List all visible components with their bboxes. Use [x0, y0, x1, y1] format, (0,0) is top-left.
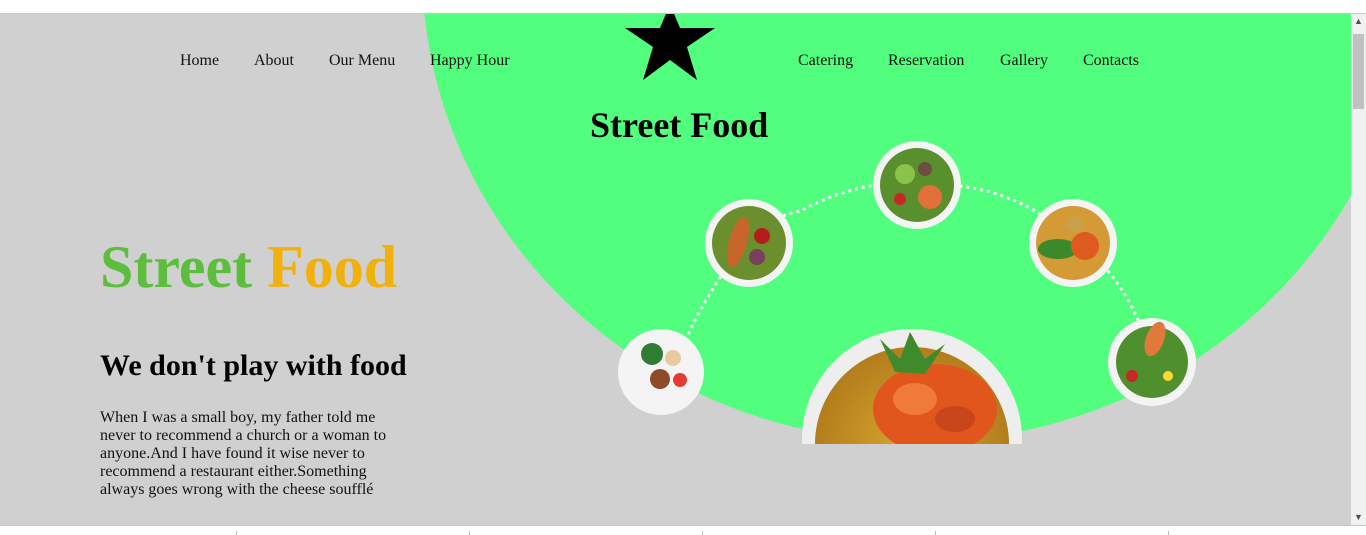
browser-top-bar [0, 0, 1366, 14]
brand-word-street: Street [100, 234, 253, 300]
scrollbar-thumb[interactable] [1353, 34, 1364, 109]
dish-skewer-salad[interactable] [705, 199, 793, 287]
intro-paragraph: When I was a small boy, my father told m… [100, 409, 387, 498]
dish-veggie-plate[interactable] [618, 329, 704, 415]
dish-asparagus-salmon[interactable] [1108, 318, 1196, 406]
dish-salmon-salad[interactable] [873, 141, 961, 229]
brand-word-food: Food [267, 234, 398, 300]
page-viewport: Home About Our Menu Happy Hour Catering … [0, 14, 1351, 525]
brand-title: Street Food [100, 233, 397, 302]
scroll-up-icon[interactable]: ▲ [1354, 17, 1363, 26]
tagline: We don't play with food [100, 349, 407, 382]
dish-featured-curry[interactable] [802, 329, 1022, 525]
dish-green-beans-chicken[interactable] [1029, 199, 1117, 287]
scroll-down-icon[interactable]: ▼ [1354, 513, 1363, 522]
vertical-scrollbar[interactable]: ▲ ▼ [1351, 14, 1366, 525]
